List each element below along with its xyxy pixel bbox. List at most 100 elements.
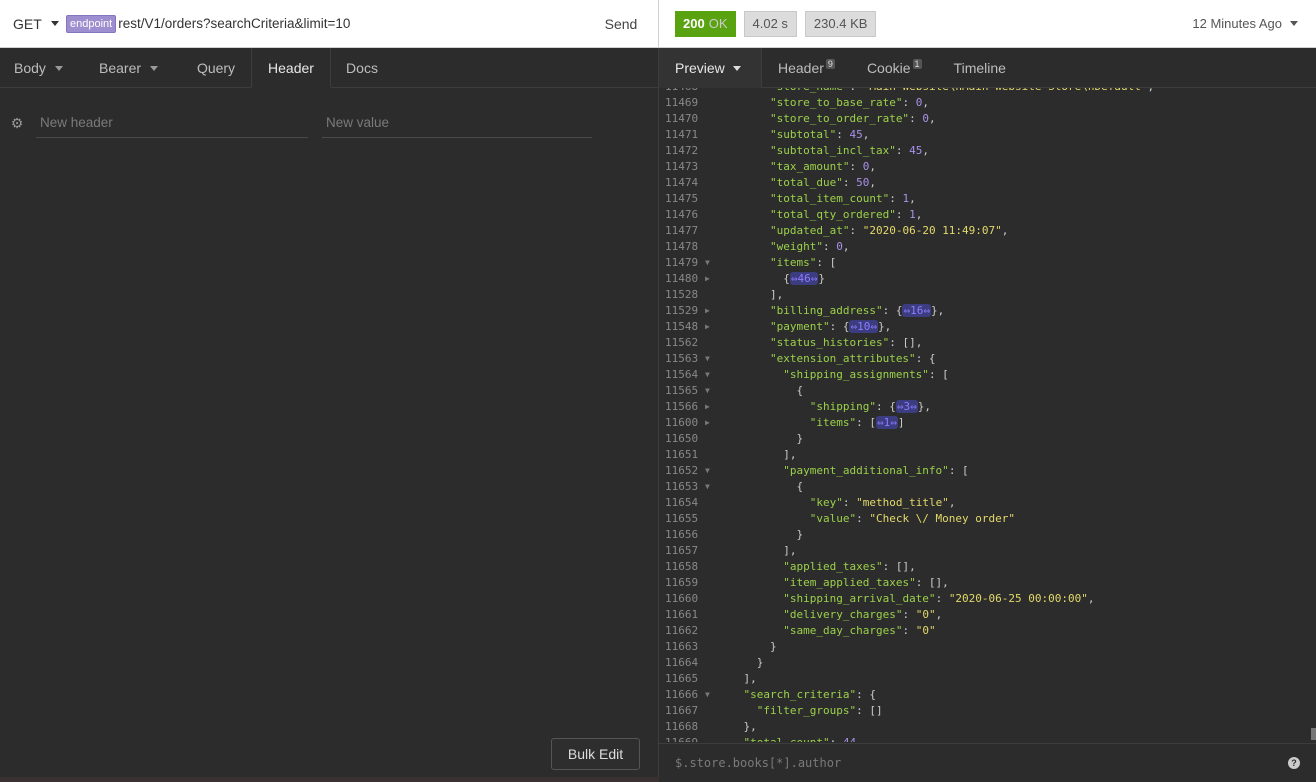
header-name-input[interactable]: New header (36, 108, 308, 138)
code-line: 11564 ▼ "shipping_assignments": [ (659, 367, 1309, 383)
response-json-viewer[interactable]: 11468 "store_name": "Main Website\nMain … (659, 88, 1309, 742)
line-number: 11469 (665, 96, 699, 109)
line-number: 11474 (665, 176, 699, 189)
tab-cookie[interactable]: Cookie 1 (851, 48, 938, 88)
code-line: 11662 "same_day_charges": "0" (659, 623, 1309, 639)
collapsed-count-label: ⇔1⇔ (875, 416, 898, 429)
collapsed-count[interactable]: ⇔16⇔ (902, 304, 931, 317)
line-number: 11668 (665, 720, 699, 733)
status-code: 200 (683, 16, 705, 31)
json-key: "subtotal" (769, 128, 837, 141)
collapsed-count-label: ⇔10⇔ (849, 320, 878, 333)
line-number: 11652 (665, 464, 699, 477)
json-punct: , (915, 208, 923, 221)
line-number: 11658 (665, 560, 699, 573)
code-text: } (717, 639, 777, 655)
json-key: "payment" (769, 320, 830, 333)
code-text: "applied_taxes": [], (717, 559, 915, 575)
fold-open-icon[interactable]: ▼ (705, 383, 717, 399)
json-punct: : (889, 192, 903, 205)
header-value-input[interactable]: New value (322, 108, 592, 138)
json-punct: , (862, 128, 870, 141)
tab-header[interactable]: Header (251, 48, 331, 88)
code-line: 11657 ], (659, 543, 1309, 559)
request-pane: Body Bearer Query Header Docs ⚙ New head… (0, 48, 659, 782)
json-punct: ], (783, 448, 797, 461)
code-text: "subtotal_incl_tax": 45, (717, 143, 929, 159)
tab-response-header[interactable]: Header 9 (762, 48, 851, 88)
line-number: 11600 (665, 416, 699, 429)
bulk-edit-button[interactable]: Bulk Edit (551, 738, 640, 770)
collapsed-count[interactable]: ⇔3⇔ (895, 400, 918, 413)
scrollbar-thumb[interactable] (1311, 728, 1316, 740)
code-line: 11548 ▶ "payment": {⇔10⇔}, (659, 319, 1309, 335)
code-line: 11468 "store_name": "Main Website\nMain … (659, 88, 1309, 95)
tab-query[interactable]: Query (181, 48, 251, 88)
code-text: } (717, 431, 803, 447)
tab-auth[interactable]: Bearer (85, 48, 181, 88)
code-line: 11472 "subtotal_incl_tax": 45, (659, 143, 1309, 159)
line-number: 11566 (665, 400, 699, 413)
json-punct: : (849, 160, 863, 173)
tab-docs[interactable]: Docs (331, 48, 393, 88)
line-number: 11655 (665, 512, 699, 525)
code-text: "key": "method_title", (717, 495, 956, 511)
code-text: "tax_amount": 0, (717, 159, 876, 175)
tab-preview[interactable]: Preview (659, 48, 762, 88)
chevron-down-icon (1290, 21, 1298, 26)
line-number: 11472 (665, 144, 699, 157)
code-line: 11600 ▶ "items": [⇔1⇔] (659, 415, 1309, 431)
fold-open-icon[interactable]: ▼ (705, 367, 717, 383)
line-number: 11669 (659, 735, 705, 742)
fold-closed-icon[interactable]: ▶ (705, 415, 717, 431)
help-icon[interactable]: ? (1288, 757, 1300, 769)
json-key: "value" (809, 512, 857, 525)
json-punct: : { (856, 688, 876, 701)
tab-timeline[interactable]: Timeline (938, 48, 1022, 88)
fold-open-icon[interactable]: ▼ (705, 463, 717, 479)
line-number: 11654 (665, 496, 699, 509)
fold-open-icon[interactable]: ▼ (705, 687, 717, 703)
fold-closed-icon[interactable]: ▶ (705, 319, 717, 335)
json-punct: { (796, 384, 804, 397)
json-punct: , (922, 144, 929, 157)
fold-closed-icon[interactable]: ▶ (705, 303, 717, 319)
line-number: 11659 (665, 576, 699, 589)
send-button[interactable]: Send (584, 0, 658, 48)
code-text: { (717, 383, 803, 399)
json-key: "subtotal_incl_tax" (769, 144, 896, 157)
history-dropdown[interactable]: 12 Minutes Ago (1192, 16, 1298, 31)
fold-closed-icon[interactable]: ▶ (705, 399, 717, 415)
json-key: "delivery_charges" (783, 608, 903, 621)
fold-closed-icon[interactable]: ▶ (705, 271, 717, 287)
json-punct: : [ (856, 416, 876, 429)
jsonpath-filter-input[interactable]: $.store.books[*].author (675, 756, 1288, 770)
code-text: "shipping_arrival_date": "2020-06-25 00:… (717, 591, 1094, 607)
tab-body[interactable]: Body (0, 48, 85, 88)
code-text: "items": [⇔1⇔] (717, 415, 904, 431)
collapsed-count-label: ⇔16⇔ (902, 304, 931, 317)
collapsed-count[interactable]: ⇔46⇔ (789, 272, 819, 285)
code-text: "total_due": 50, (717, 175, 876, 191)
gear-icon[interactable]: ⚙ (0, 115, 34, 132)
collapsed-count[interactable]: ⇔1⇔ (875, 416, 898, 429)
collapsed-count[interactable]: ⇔10⇔ (849, 320, 878, 333)
code-text: "payment": {⇔10⇔}, (717, 319, 891, 335)
url-variable-tag[interactable]: endpoint (66, 14, 117, 33)
fold-open-icon[interactable]: ▼ (705, 255, 717, 271)
json-key: "total_qty_ordered" (769, 208, 896, 221)
fold-open-icon[interactable]: ▼ (705, 351, 717, 367)
json-punct: : { (915, 352, 936, 365)
json-punct: , (1001, 224, 1009, 237)
code-text: "store_name": "Main Website\nMain Websit… (717, 88, 1154, 95)
method-dropdown[interactable]: GET (0, 16, 66, 32)
json-string: "method_title" (856, 496, 949, 509)
status-badge: 200 OK (675, 10, 736, 37)
line-number: 11662 (665, 624, 699, 637)
code-text: ], (717, 447, 796, 463)
fold-open-icon[interactable]: ▼ (705, 479, 717, 495)
code-line: 11658 "applied_taxes": [], (659, 559, 1309, 575)
url-input[interactable]: endpoint rest/V1/orders?searchCriteria&l… (66, 14, 584, 33)
